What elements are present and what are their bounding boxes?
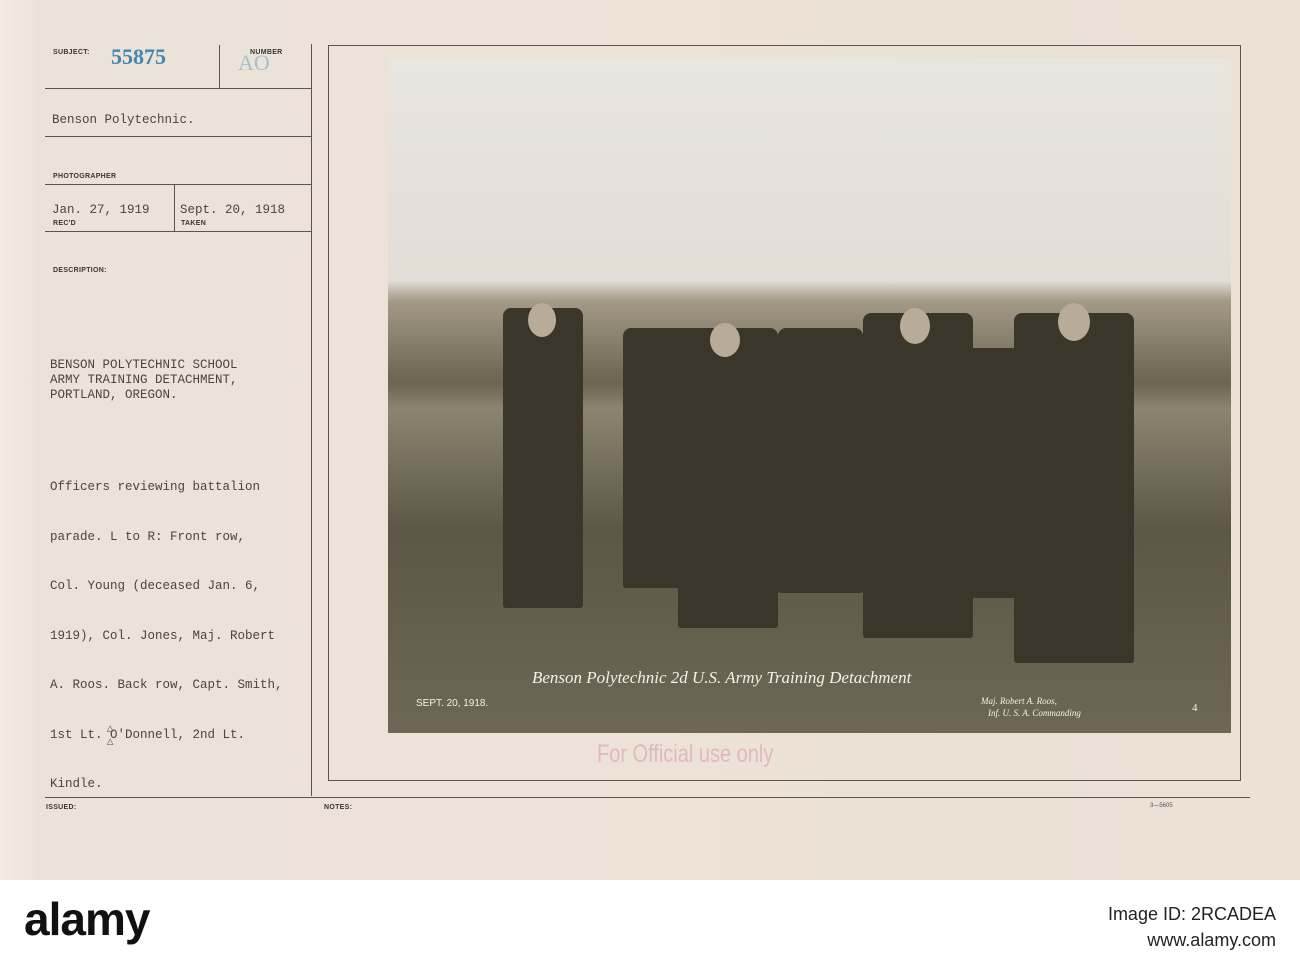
heading-line: PORTLAND, OREGON. [50, 388, 178, 402]
heading-line: BENSON POLYTECHNIC SCHOOL [50, 358, 238, 372]
body-line: 1st Lt. O'Donnell, 2nd Lt. [50, 727, 246, 742]
officer-figure [503, 308, 583, 608]
body-line: 1919), Col. Jones, Maj. Robert [50, 628, 276, 643]
officer-head [1058, 303, 1090, 341]
photo-credit-2: Inf. U. S. A. Commanding [988, 708, 1081, 718]
officer-head [900, 308, 930, 344]
image-id: Image ID: 2RCADEA [1107, 904, 1276, 924]
received-date: Jan. 27, 1919 [52, 203, 150, 217]
photo-date: Sept. 20, 1918. [416, 698, 489, 709]
divider [45, 797, 1250, 798]
body-line: A. Roos. Back row, Capt. Smith, [50, 678, 283, 692]
description-heading: BENSON POLYTECHNIC SCHOOL ARMY TRAINING … [50, 358, 238, 403]
archive-card: SUBJECT: 55875 NUMBER AO Benson Polytech… [0, 0, 1300, 880]
received-label: REC'D [53, 220, 76, 227]
column-divider [311, 44, 312, 796]
body-line: Officers reviewing battalion [50, 480, 261, 494]
photo-credit-1: Maj. Robert A. Roos, [981, 696, 1057, 706]
subject-number: 55875 [111, 44, 166, 69]
divider [45, 231, 311, 232]
officer-figure [678, 328, 778, 628]
description-label: DESCRIPTION: [53, 267, 107, 274]
officer-figure [1014, 313, 1134, 663]
officer-head [710, 323, 740, 357]
officer-figure [778, 328, 863, 593]
form-number: 3—5605 [1150, 803, 1173, 809]
watermark-footer: alamy Image ID: 2RCADEA www.alamy.com [0, 880, 1300, 971]
margin-mark: ▷ ▷ [104, 725, 117, 745]
photograph: Benson Polytechnic 2d U.S. Army Training… [388, 58, 1231, 733]
taken-date: Sept. 20, 1918 [180, 203, 286, 217]
officer-head [528, 303, 556, 337]
body-line: Kindle. [50, 777, 103, 791]
officer-figure [863, 313, 973, 638]
photo-caption: Benson Polytechnic 2d U.S. Army Training… [532, 668, 912, 687]
subject-label: SUBJECT: [53, 49, 90, 56]
divider [45, 136, 311, 137]
notes-label: NOTES: [324, 804, 353, 811]
divider [174, 184, 175, 231]
photographer-label: PHOTOGRAPHER [53, 173, 117, 180]
official-use-stamp: For Official use only [597, 740, 774, 768]
body-line: Col. Young (deceased Jan. 6, [50, 579, 261, 593]
alamy-url: www.alamy.com [1147, 930, 1276, 950]
taken-label: TAKEN [181, 220, 207, 227]
number-value: AO [238, 50, 270, 75]
divider [219, 45, 220, 88]
plate-number: 4 [1192, 702, 1198, 714]
description-body: Officers reviewing battalion parade. L t… [50, 446, 283, 826]
alamy-logo: alamy [24, 893, 150, 945]
card-title: Benson Polytechnic. [52, 113, 195, 127]
divider [45, 184, 311, 185]
body-line: parade. L to R: Front row, [50, 529, 246, 544]
issued-label: ISSUED: [46, 804, 77, 811]
heading-line: ARMY TRAINING DETACHMENT, [50, 373, 238, 387]
divider [45, 88, 311, 89]
